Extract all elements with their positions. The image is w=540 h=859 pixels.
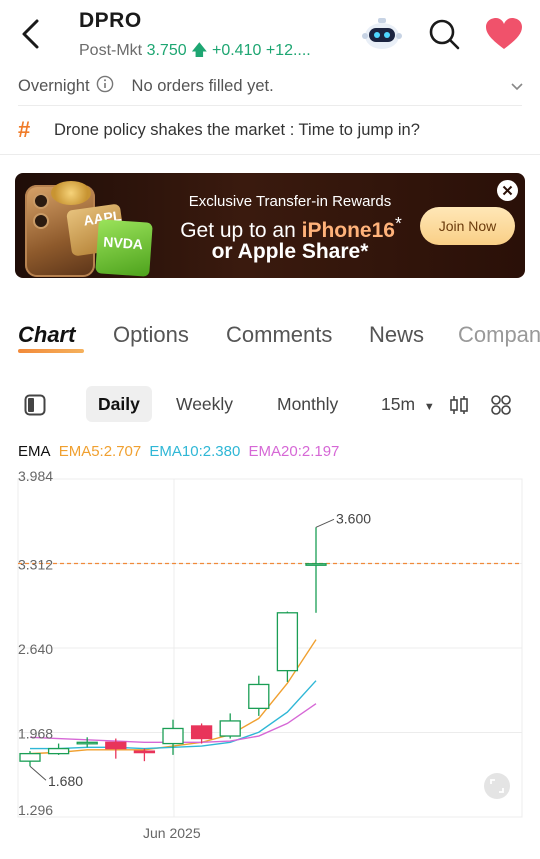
candle-body [190, 725, 213, 740]
candle-body [305, 563, 327, 566]
caret-down-icon: ▼ [423, 401, 435, 413]
expand-icon [490, 779, 504, 793]
promo-banner[interactable]: AAPL NVDA Exclusive Transfer-in Rewards … [15, 173, 525, 278]
price-change: +0.410 [211, 42, 262, 59]
ema-label: EMA [18, 443, 51, 460]
candle [19, 751, 41, 767]
topic-row[interactable]: # Drone policy shakes the market : Time … [18, 112, 528, 148]
headline-highlight: iPhone16 [301, 219, 395, 242]
search-button[interactable] [426, 16, 462, 52]
candle [219, 713, 241, 739]
expand-chart-button[interactable] [484, 773, 510, 799]
session-label: Post-Mkt [79, 42, 143, 59]
y-tick-label: 3.984 [18, 468, 53, 484]
search-icon [429, 19, 460, 50]
candle-body [162, 727, 184, 745]
hashtag-icon: # [18, 117, 31, 142]
candlestick-icon [450, 396, 468, 414]
ema5-value: EMA5:2.707 [58, 443, 142, 460]
quote-line: Post-Mkt 3.750 🡅 +0.410 +12.... [79, 39, 311, 66]
price-change-pct: +12.... [265, 42, 311, 59]
banner-close-button[interactable] [497, 180, 518, 201]
headline-asterisk: * [394, 213, 402, 233]
x-tick-label: Jun 2025 [143, 825, 201, 841]
ema10-value: EMA10:2.380 [149, 443, 241, 460]
join-now-button[interactable]: Join Now [420, 207, 515, 245]
min-leader-line [29, 765, 47, 781]
divider [18, 105, 522, 106]
y-tick-label: 1.968 [18, 726, 53, 742]
ai-assistant-button[interactable] [362, 16, 402, 52]
candle [133, 748, 156, 762]
overnight-label: Overnight [18, 76, 90, 95]
candle-body [133, 750, 156, 754]
price-chart[interactable]: 3.984 3.312 2.640 1.968 1.296 Jun 2025 3.600 1.… [0, 468, 540, 848]
candle [47, 743, 70, 755]
period-daily[interactable]: Daily [86, 386, 152, 422]
up-arrow-icon: 🡅 [191, 42, 208, 59]
info-icon[interactable] [96, 75, 114, 98]
close-icon [502, 185, 513, 196]
max-price-label: 3.600 [336, 510, 371, 526]
candle [305, 527, 327, 613]
panel-icon [24, 394, 46, 416]
chevron-down-icon[interactable] [510, 78, 524, 97]
header: DPRO Post-Mkt 3.750 🡅 +0.410 +12.... [0, 0, 540, 68]
min-price-label: 1.680 [48, 773, 83, 789]
y-tick-label: 3.312 [18, 557, 53, 573]
overnight-row[interactable]: Overnight No orders filled yet. [18, 68, 528, 104]
period-monthly[interactable]: Monthly [277, 386, 338, 422]
max-leader-line [315, 518, 335, 528]
candle-body [105, 741, 127, 750]
robot-icon [362, 18, 402, 49]
nvda-card: NVDA [95, 219, 153, 277]
ticker-symbol: DPRO [79, 9, 142, 32]
interval-label: 15m [381, 394, 416, 414]
active-tab-indicator [18, 349, 84, 353]
period-bar: Daily Weekly Monthly 15m ▼ [0, 386, 540, 424]
candle-body [276, 612, 299, 672]
interval-dropdown[interactable]: 15m ▼ [381, 386, 435, 422]
y-tick-label: 2.640 [18, 641, 53, 657]
tab-options[interactable]: Options [113, 322, 189, 348]
ema-legend: EMA EMA5:2.707 EMA10:2.380 EMA20:2.197 [18, 443, 343, 460]
candle-type-button[interactable] [448, 394, 470, 416]
back-arrow-icon [22, 19, 39, 49]
topic-text: Drone policy shakes the market : Time to… [54, 120, 420, 139]
back-button[interactable] [14, 14, 46, 54]
candle-body [76, 741, 98, 745]
banner-title: Exclusive Transfer-in Rewards [188, 193, 392, 210]
candle-body [47, 747, 70, 755]
period-weekly[interactable]: Weekly [176, 386, 233, 422]
tab-chart[interactable]: Chart [18, 322, 75, 348]
candle-body [219, 720, 241, 737]
sidebar-toggle-button[interactable] [24, 394, 46, 416]
tab-company[interactable]: Company [458, 322, 540, 348]
favorite-button[interactable] [484, 16, 524, 52]
heart-icon [486, 18, 522, 49]
banner-subheadline: or Apple Share* [211, 240, 369, 263]
last-price: 3.750 [146, 42, 187, 59]
layout-button[interactable] [490, 394, 512, 416]
section-tabs: Chart Options Comments News Company [18, 322, 540, 362]
tab-news[interactable]: News [369, 322, 424, 348]
headline-prefix: Get up to an [180, 219, 302, 242]
ema20-value: EMA20:2.197 [248, 443, 340, 460]
candle [162, 719, 184, 755]
gift-bow-icon [51, 181, 91, 205]
overnight-message: No orders filled yet. [131, 76, 274, 95]
tab-comments[interactable]: Comments [226, 322, 332, 348]
y-tick-label: 1.296 [18, 802, 53, 818]
candle-body [248, 683, 270, 710]
grid-icon [491, 395, 511, 415]
banner-headline: Get up to an iPhone16* [161, 213, 421, 243]
divider [0, 154, 540, 155]
candle-body [19, 752, 41, 762]
